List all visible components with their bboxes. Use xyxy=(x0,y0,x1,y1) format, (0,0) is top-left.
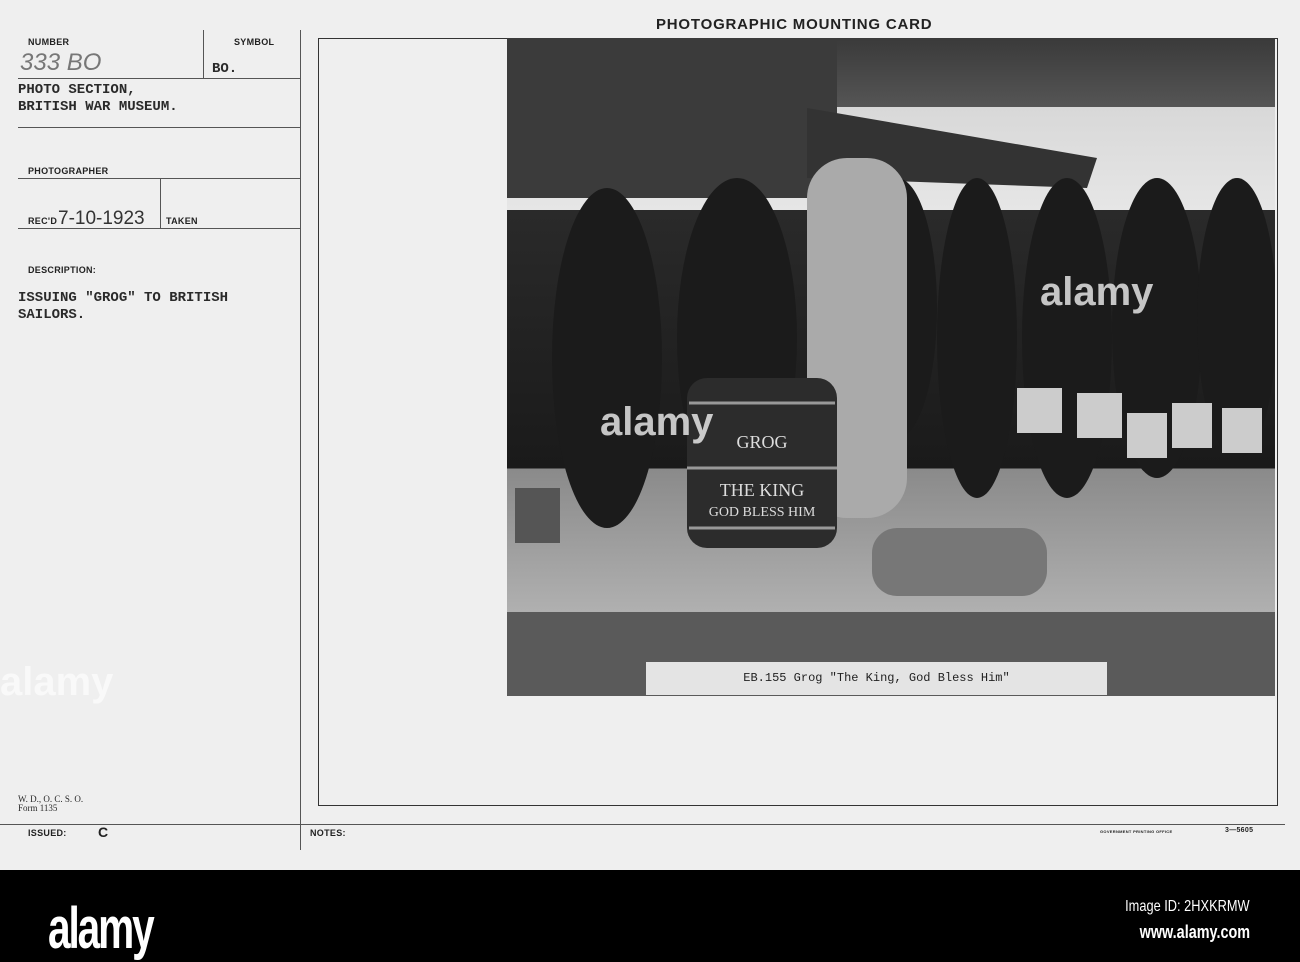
barrel-text: GROG xyxy=(736,432,787,452)
description-label: DESCRIPTION: xyxy=(28,265,97,275)
description-text: ISSUING "GROG" TO BRITISH SAILORS. xyxy=(18,290,229,323)
photographer-label: PHOTOGRAPHER xyxy=(28,166,109,176)
barrel-text: THE KING xyxy=(720,480,804,500)
form-code: 3—5605 xyxy=(1225,827,1254,834)
recd-value: 7-10-1923 xyxy=(58,208,145,229)
small-keg xyxy=(872,528,1047,596)
watermark-logo: alamy xyxy=(1040,270,1154,314)
printer-text: GOVERNMENT PRINTING OFFICE xyxy=(1100,829,1173,834)
taken-label: TAKEN xyxy=(166,216,198,226)
image-id: Image ID: 2HXKRMW xyxy=(1125,898,1250,915)
number-value: 333 BO xyxy=(20,49,102,76)
photo-caption: EB.155 Grog "The King, God Bless Him" xyxy=(646,662,1107,695)
issued-label: ISSUED: xyxy=(28,828,67,838)
issued-value: C xyxy=(98,824,109,840)
watermark-logo: alamy xyxy=(600,400,714,444)
alamy-logo: alamy xyxy=(48,896,155,961)
symbol-value: BO. xyxy=(212,61,238,77)
barrel-text: GOD BLESS HIM xyxy=(709,505,816,520)
recd-label: REC'D xyxy=(28,216,58,226)
photograph: GROG THE KING GOD BLESS HIM xyxy=(507,38,1275,612)
symbol-label: SYMBOL xyxy=(234,37,275,47)
photo-scene: GROG THE KING GOD BLESS HIM xyxy=(507,38,1275,596)
card-title: PHOTOGRAPHIC MOUNTING CARD xyxy=(656,16,933,33)
source-text: PHOTO SECTION, BRITISH WAR MUSEUM. xyxy=(18,82,178,115)
number-label: NUMBER xyxy=(28,37,70,47)
form-id: W. D., O. C. S. O. Form 1135 xyxy=(18,794,84,813)
mounting-card: PHOTOGRAPHIC MOUNTING CARD NUMBER 333 BO… xyxy=(0,0,1300,870)
watermark-logo: alamy xyxy=(0,660,114,704)
alamy-url[interactable]: www.alamy.com xyxy=(1140,922,1250,943)
notes-label: NOTES: xyxy=(310,828,346,838)
